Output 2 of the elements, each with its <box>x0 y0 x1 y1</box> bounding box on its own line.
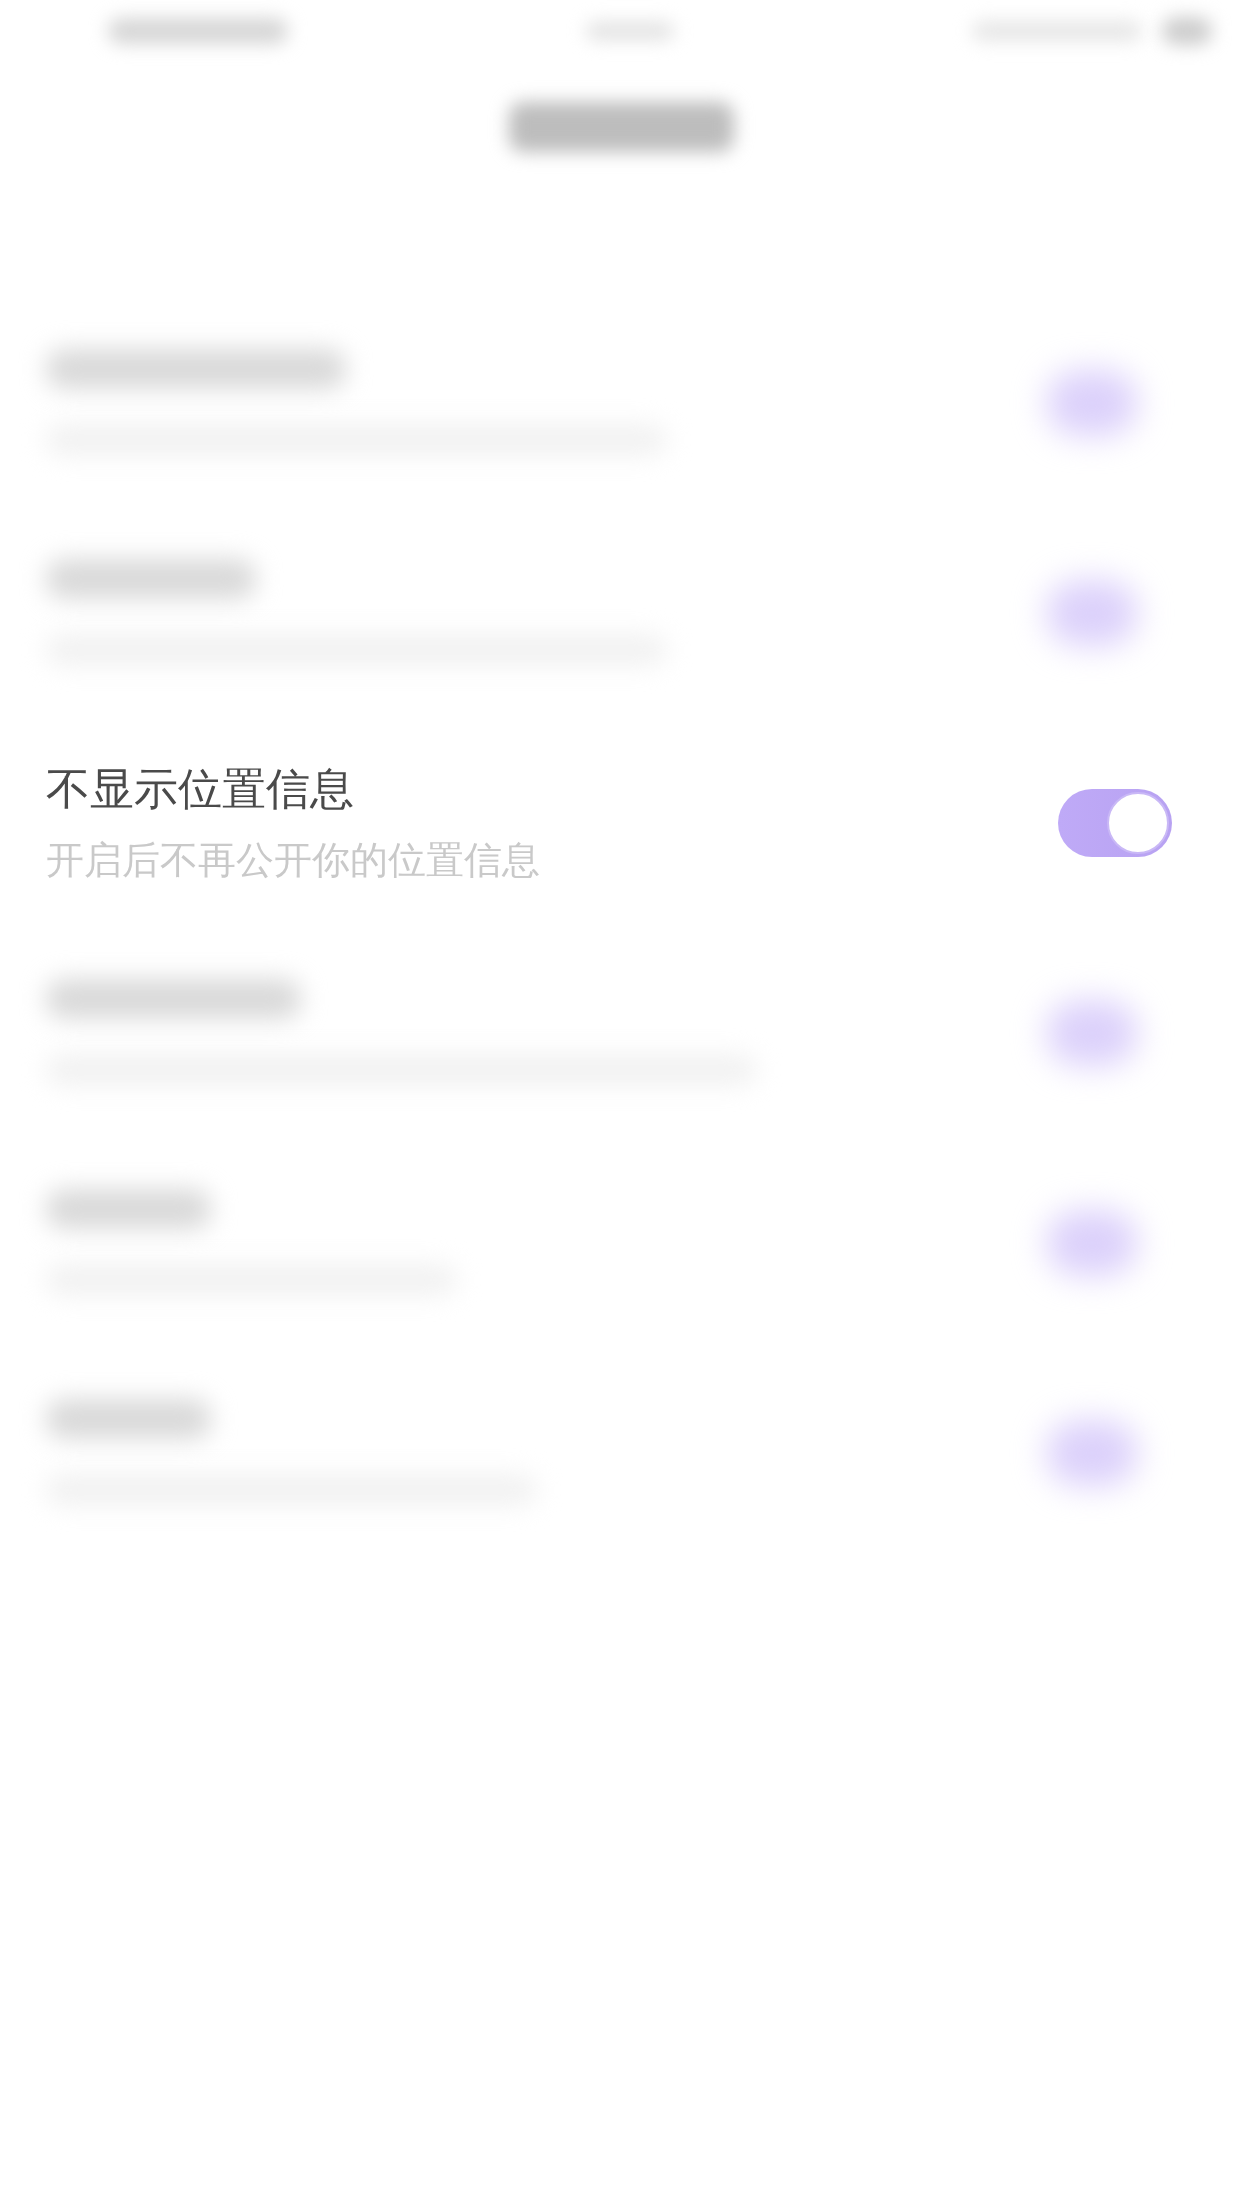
blurred-battery-icon <box>1162 17 1212 45</box>
setting-title: 不显示位置信息 <box>46 762 355 816</box>
